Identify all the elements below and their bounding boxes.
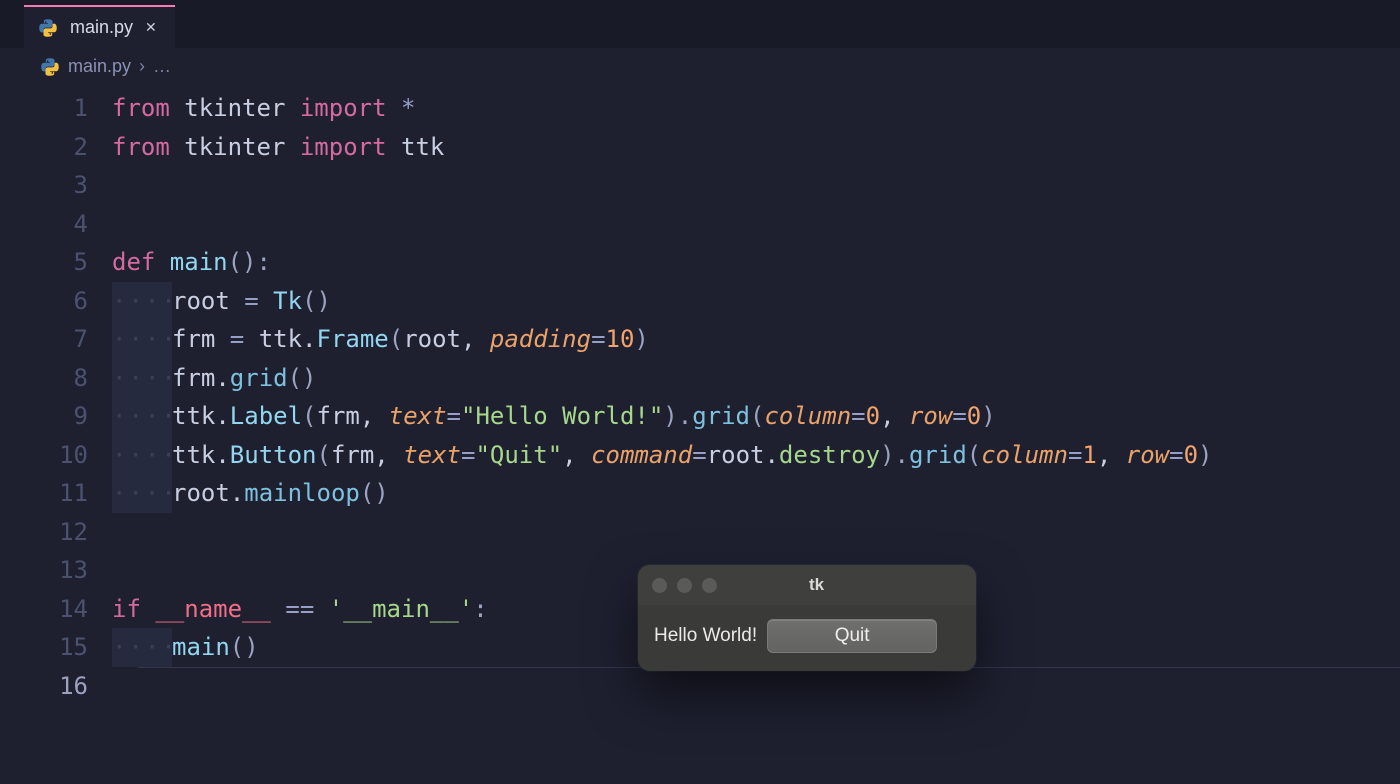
indent-guide: ···· (112, 436, 172, 475)
code-line[interactable]: 12 (0, 513, 1400, 552)
tabs-bar: main.py ✕ (0, 0, 1400, 48)
code-line[interactable]: 4 (0, 205, 1400, 244)
line-number: 12 (0, 513, 112, 552)
traffic-minimize-icon[interactable] (677, 578, 692, 593)
line-number: 15 (0, 628, 112, 667)
tk-body: Hello World! Quit (638, 605, 976, 671)
line-number: 5 (0, 243, 112, 282)
code-line[interactable]: 2 from tkinter import ttk (0, 128, 1400, 167)
line-number: 2 (0, 128, 112, 167)
code-line[interactable]: 1 from tkinter import * (0, 89, 1400, 128)
breadcrumb-section[interactable]: … (153, 56, 171, 77)
indent-guide: ···· (112, 397, 172, 436)
tk-label: Hello World! (654, 625, 757, 647)
code-line[interactable]: 6 ····root = Tk() (0, 282, 1400, 321)
indent-guide: ···· (112, 474, 172, 513)
indent-guide: ···· (112, 282, 172, 321)
code-line-active[interactable]: 16 (0, 667, 1400, 706)
code-line[interactable]: 8 ····frm.grid() (0, 359, 1400, 398)
python-icon (40, 57, 60, 77)
indent-guide: ···· (112, 320, 172, 359)
python-icon (38, 18, 58, 38)
breadcrumb-file[interactable]: main.py (68, 56, 131, 77)
traffic-zoom-icon[interactable] (702, 578, 717, 593)
code-line[interactable]: 9 ····ttk.Label(frm, text="Hello World!"… (0, 397, 1400, 436)
line-number: 4 (0, 205, 112, 244)
traffic-lights[interactable] (652, 578, 717, 593)
tab-main-py[interactable]: main.py ✕ (24, 5, 175, 48)
line-number: 16 (0, 667, 112, 706)
line-number: 1 (0, 89, 112, 128)
tab-filename: main.py (70, 17, 133, 38)
line-number: 6 (0, 282, 112, 321)
quit-button[interactable]: Quit (767, 619, 937, 653)
indent-guide: ···· (112, 628, 172, 667)
indent-guide: ···· (112, 359, 172, 398)
tk-titlebar[interactable]: tk (638, 565, 976, 605)
tk-window[interactable]: tk Hello World! Quit (638, 565, 976, 671)
line-number: 8 (0, 359, 112, 398)
code-line[interactable]: 5 def main(): (0, 243, 1400, 282)
breadcrumb[interactable]: main.py › … (0, 48, 1400, 85)
line-number: 13 (0, 551, 112, 590)
line-number: 14 (0, 590, 112, 629)
traffic-close-icon[interactable] (652, 578, 667, 593)
line-number: 9 (0, 397, 112, 436)
code-line[interactable]: 10 ····ttk.Button(frm, text="Quit", comm… (0, 436, 1400, 475)
code-line[interactable]: 11 ····root.mainloop() (0, 474, 1400, 513)
line-number: 3 (0, 166, 112, 205)
code-line[interactable]: 3 (0, 166, 1400, 205)
line-number: 10 (0, 436, 112, 475)
code-line[interactable]: 7 ····frm = ttk.Frame(root, padding=10) (0, 320, 1400, 359)
line-number: 7 (0, 320, 112, 359)
chevron-right-icon: › (139, 56, 145, 77)
close-icon[interactable]: ✕ (145, 19, 157, 36)
line-number: 11 (0, 474, 112, 513)
tk-window-title: tk (727, 575, 962, 595)
